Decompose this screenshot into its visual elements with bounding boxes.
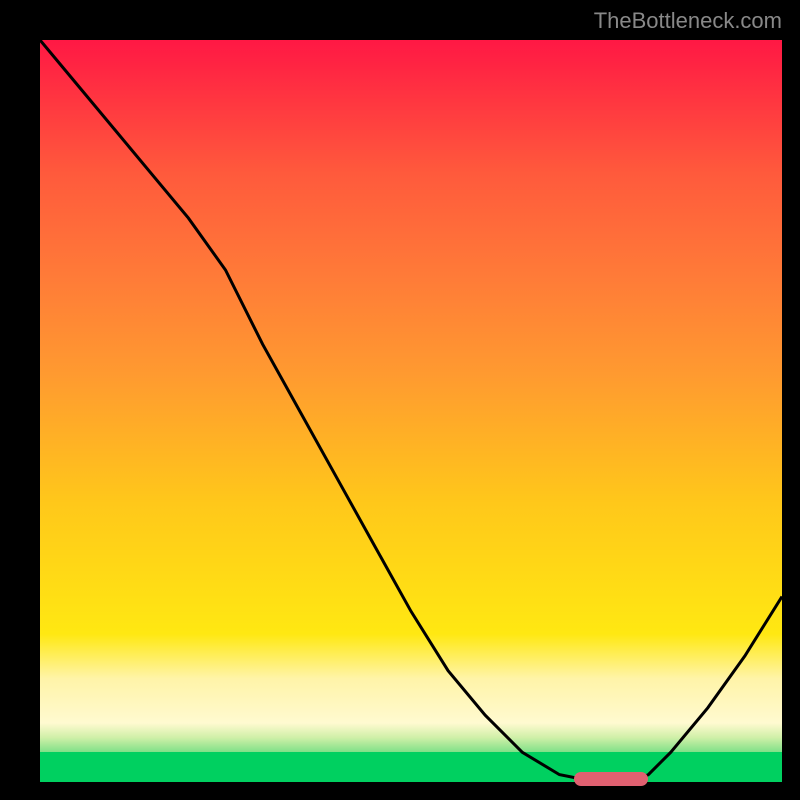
curve-svg (40, 40, 782, 782)
bottleneck-curve-line (40, 40, 782, 782)
plot-area (40, 40, 782, 782)
optimal-marker (574, 772, 648, 786)
chart-container: TheBottleneck.com (0, 0, 800, 800)
watermark-text: TheBottleneck.com (594, 8, 782, 34)
